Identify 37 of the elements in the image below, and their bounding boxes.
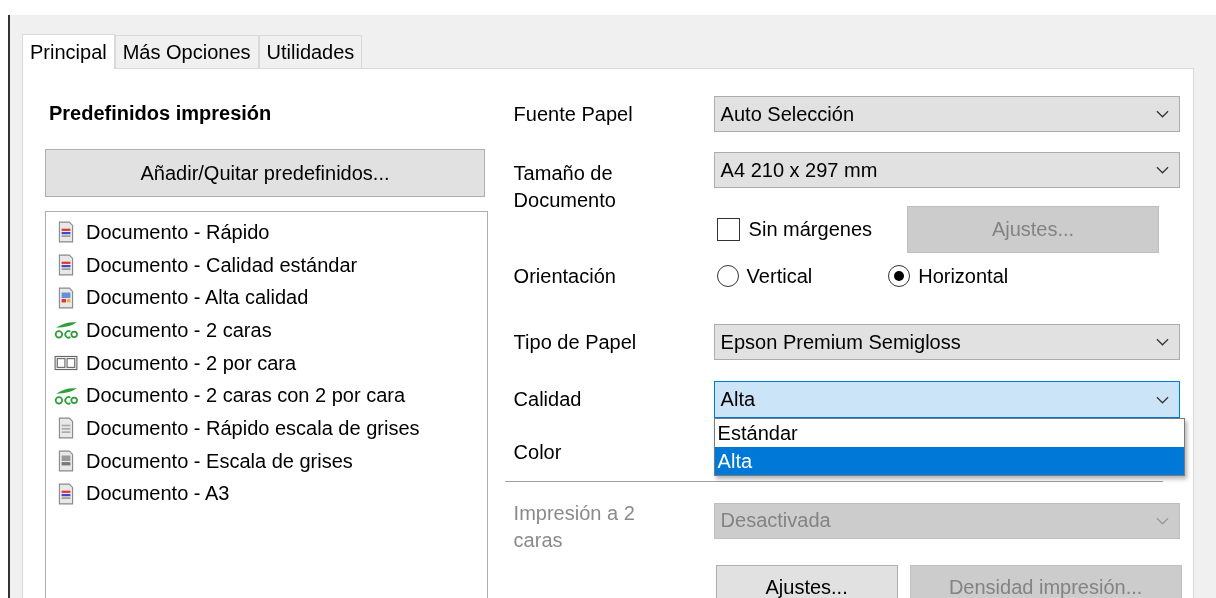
field-label: Tipo de Papel bbox=[513, 330, 638, 354]
preset-item[interactable]: Documento - Calidad estándar bbox=[86, 253, 358, 277]
field-label: Calidad bbox=[513, 388, 583, 411]
preset-item[interactable]: Documento - 2 caras bbox=[86, 318, 272, 342]
preset-item[interactable]: Documento - A3 bbox=[86, 482, 230, 506]
section-heading: Predefinidos impresión bbox=[49, 102, 273, 126]
chevron-down-icon bbox=[1155, 516, 1169, 525]
tab[interactable]: Principal bbox=[22, 34, 115, 69]
settings-button[interactable]: Ajustes... bbox=[715, 565, 898, 598]
preset-item[interactable]: Documento - Rápido escala de grises bbox=[86, 416, 420, 440]
chevron-down-icon bbox=[1155, 166, 1169, 174]
preset-item[interactable]: Documento - Rápido bbox=[86, 220, 270, 244]
field-label: Orientación bbox=[513, 264, 617, 288]
paper-source-dropdown[interactable]: Auto Selección bbox=[713, 96, 1180, 132]
dropdown-option[interactable]: Estándar bbox=[714, 419, 1184, 447]
add-remove-presets-button[interactable]: Añadir/Quitar predefinidos... bbox=[45, 149, 485, 197]
preset-item[interactable]: Documento - 2 caras con 2 por cara bbox=[86, 384, 406, 408]
preset-item[interactable]: Documento - Escala de grises bbox=[86, 449, 353, 473]
document-size-dropdown[interactable]: A4 210 x 297 mm bbox=[713, 152, 1180, 188]
orientation-radio[interactable]: Vertical bbox=[716, 264, 813, 288]
preset-item[interactable]: Documento - 2 por cara bbox=[86, 351, 297, 375]
field-label: Impresión a 2 caras bbox=[513, 501, 636, 553]
borderless-checkbox[interactable]: Sin márgenes bbox=[716, 218, 872, 241]
chevron-down-icon bbox=[1155, 395, 1169, 404]
field-label: Fuente Papel bbox=[513, 102, 634, 126]
chevron-down-icon bbox=[1155, 338, 1169, 346]
tab[interactable]: Más Opciones bbox=[114, 35, 259, 68]
preset-item[interactable]: Documento - Alta calidad bbox=[86, 286, 309, 310]
eco-leaf-icon bbox=[54, 319, 78, 342]
orientation-radio[interactable]: Horizontal bbox=[888, 264, 1009, 288]
quality-dropdown[interactable]: Alta bbox=[713, 381, 1180, 418]
paper-type-dropdown[interactable]: Epson Premium Semigloss bbox=[713, 324, 1180, 360]
field-label: Tamaño de Documento bbox=[513, 161, 617, 213]
field-label: Color bbox=[513, 440, 563, 464]
dropdown-option[interactable]: Alta bbox=[714, 447, 1184, 475]
chevron-down-icon bbox=[1155, 110, 1169, 118]
tab[interactable]: Utilidades bbox=[258, 35, 363, 68]
